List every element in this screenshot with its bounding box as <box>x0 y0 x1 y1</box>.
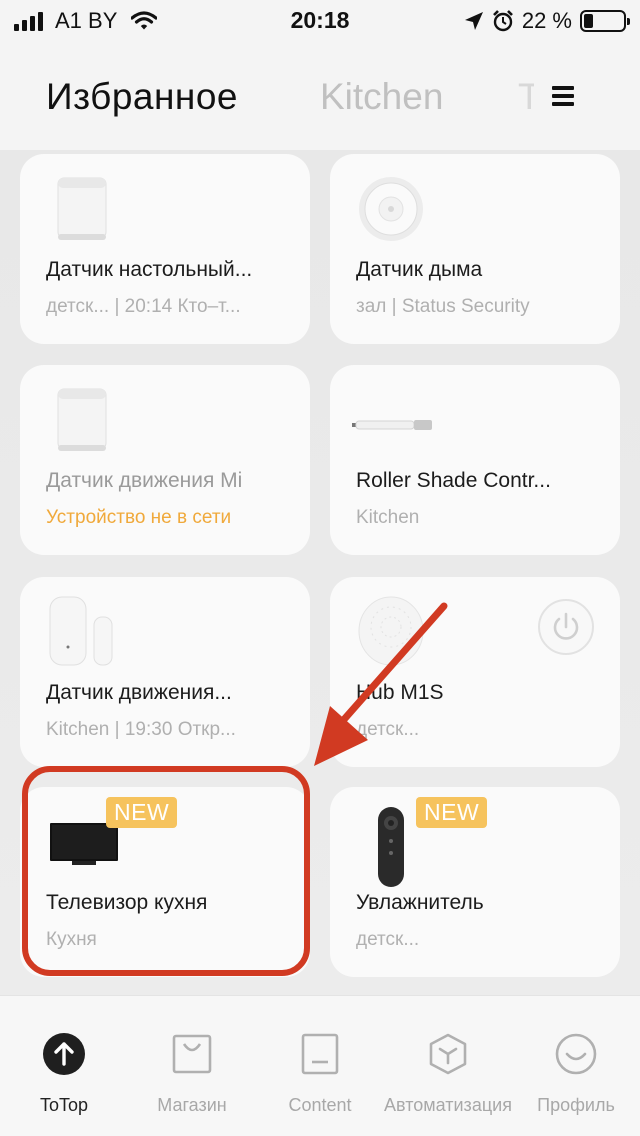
nav-label: ToTop <box>39 1095 89 1115</box>
device-card[interactable]: Roller Shade Contr... Kitchen <box>330 365 620 555</box>
battery-percent: 22 % <box>521 8 572 33</box>
roller-shade-icon <box>352 420 432 430</box>
location-arrow-icon <box>464 12 483 30</box>
arrow-up-icon <box>43 1033 85 1075</box>
annotation-highlight <box>22 766 310 976</box>
profile-smile-icon <box>555 1033 597 1075</box>
device-card[interactable]: Датчик дыма зал | Status Security <box>330 154 620 344</box>
nav-totop[interactable]: ToTop <box>0 1032 128 1116</box>
power-icon <box>553 612 579 640</box>
device-status: зал | Status Security <box>356 296 530 317</box>
tab-kitchen[interactable]: Kitchen <box>320 76 443 118</box>
device-card[interactable]: Датчик настольный... детск... | 20:14 Кт… <box>20 154 310 344</box>
tab-favorites[interactable]: Избранное <box>46 76 238 118</box>
bottom-navigation: ToTop Магазин Content Автоматизация Проф… <box>0 995 640 1136</box>
device-name: Датчик дыма <box>356 258 483 281</box>
motion-sensor-icon <box>57 388 107 451</box>
device-name: Roller Shade Contr... <box>356 469 551 492</box>
nav-shop[interactable]: Магазин <box>128 1032 256 1116</box>
door-sensor-icon <box>49 596 113 666</box>
alarm-clock-icon <box>492 10 513 32</box>
tab-next-partial[interactable]: Т <box>518 76 534 118</box>
nav-content[interactable]: Content <box>256 1032 384 1116</box>
shopping-bag-icon <box>172 1034 212 1074</box>
power-button[interactable] <box>538 599 594 655</box>
battery-icon <box>580 10 630 32</box>
motion-sensor-icon <box>57 177 107 240</box>
nav-profile[interactable]: Профиль <box>512 1032 640 1116</box>
device-status: Kitchen | 19:30 Откр... <box>46 719 236 740</box>
annotation-arrow-icon <box>314 602 448 766</box>
device-name: Увлажнитель <box>356 891 484 914</box>
device-name: Датчик настольный... <box>46 258 253 281</box>
room-tab-bar: Избранное Kitchen Т <box>0 42 640 150</box>
device-card[interactable]: Датчик движения Mi Устройство не в сети <box>20 365 310 555</box>
nav-automation[interactable]: Автоматизация <box>384 1032 512 1116</box>
nav-label: Автоматизация <box>384 1095 512 1115</box>
status-bar: A1 BY 20:18 22 % <box>0 0 640 42</box>
new-badge: NEW <box>416 797 488 828</box>
battery-fill <box>584 14 593 28</box>
device-status: Kitchen <box>356 507 420 528</box>
device-card[interactable]: NEW Увлажнитель детск... <box>330 787 620 977</box>
device-status: детск... | 20:14 Кто–т... <box>46 296 241 317</box>
automation-cube-icon <box>429 1033 467 1075</box>
content-icon <box>301 1033 339 1075</box>
device-offline-status: Устройство не в сети <box>46 507 232 528</box>
device-name: Датчик движения... <box>46 681 232 704</box>
device-status: детск... <box>356 929 420 950</box>
nav-label: Профиль <box>537 1095 615 1115</box>
nav-label: Content <box>288 1095 352 1115</box>
nav-label: Магазин <box>157 1095 227 1115</box>
device-name: Датчик движения Mi <box>46 469 243 492</box>
device-card[interactable]: Датчик движения... Kitchen | 19:30 Откр.… <box>20 577 310 767</box>
smoke-detector-icon <box>359 177 423 241</box>
menu-icon[interactable] <box>552 86 580 110</box>
